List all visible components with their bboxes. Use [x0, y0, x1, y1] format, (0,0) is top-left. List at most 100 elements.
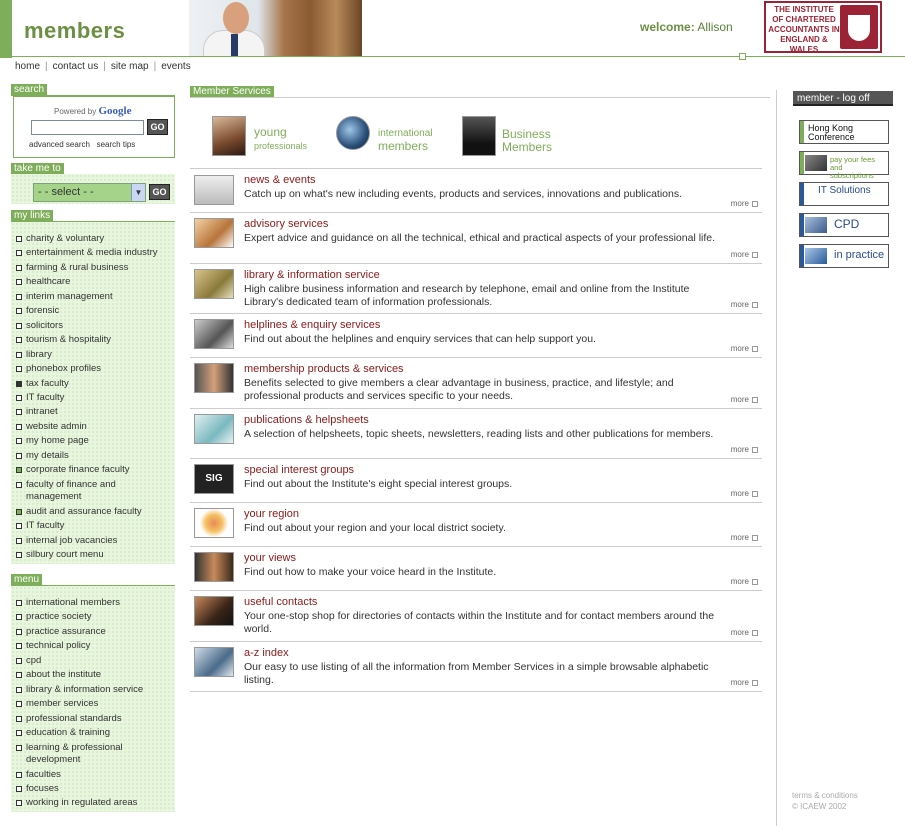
my-link-item[interactable]: faculty of finance and management: [16, 478, 164, 505]
more-link[interactable]: more: [731, 489, 758, 498]
my-link-item[interactable]: internal job vacancies: [16, 534, 164, 548]
pay-fees-button[interactable]: pay your fees and subscriptions: [799, 151, 889, 180]
menu-item[interactable]: practice assurance: [16, 625, 164, 639]
hong-kong-conference-button[interactable]: Hong Kong Conference: [799, 120, 889, 144]
nav-contact-us[interactable]: contact us: [53, 61, 99, 72]
my-link-item[interactable]: solicitors: [16, 319, 164, 333]
service-title[interactable]: your views: [244, 552, 296, 564]
page-header: members welcome: Allison THE INSTITUTE O…: [0, 0, 905, 60]
nav-site-map[interactable]: site map: [111, 61, 149, 72]
log-off-button[interactable]: member - log off: [793, 91, 893, 106]
service-title[interactable]: helplines & enquiry services: [244, 319, 380, 331]
my-link-item[interactable]: tourism & hospitality: [16, 333, 164, 347]
business-member-photo: [462, 116, 496, 156]
my-link-item[interactable]: healthcare: [16, 275, 164, 289]
my-link-item[interactable]: corporate finance faculty: [16, 463, 164, 477]
more-link[interactable]: more: [731, 533, 758, 542]
service-title[interactable]: publications & helpsheets: [244, 414, 369, 426]
my-link-item[interactable]: library: [16, 348, 164, 362]
menu-item[interactable]: practice society: [16, 610, 164, 624]
my-link-item[interactable]: farming & rural business: [16, 261, 164, 275]
my-link-item[interactable]: phonebox profiles: [16, 362, 164, 376]
service-title[interactable]: advisory services: [244, 218, 328, 230]
menu-item[interactable]: faculties: [16, 768, 164, 782]
more-link[interactable]: more: [731, 445, 758, 454]
cpd-button[interactable]: CPD: [799, 213, 889, 237]
menu-item[interactable]: library & information service: [16, 683, 164, 697]
menu-item[interactable]: focuses: [16, 782, 164, 796]
service-title[interactable]: a-z index: [244, 647, 289, 659]
banner-international-members[interactable]: international members: [336, 116, 451, 162]
service-title[interactable]: special interest groups: [244, 464, 354, 476]
search-go-button[interactable]: GO: [147, 119, 168, 135]
my-link-item[interactable]: IT faculty: [16, 519, 164, 533]
terms-link[interactable]: terms & conditions: [792, 790, 858, 801]
more-link[interactable]: more: [731, 678, 758, 687]
service-title[interactable]: useful contacts: [244, 596, 317, 608]
menu-list: international members practice society p…: [16, 596, 164, 811]
crest-icon: [840, 5, 878, 49]
it-solutions-button[interactable]: IT Solutions: [799, 182, 889, 206]
advanced-search-link[interactable]: advanced search: [29, 140, 90, 149]
site-brand: members: [24, 18, 126, 43]
banner-business-members[interactable]: Business Members: [462, 116, 562, 162]
menu-item[interactable]: about the institute: [16, 668, 164, 682]
in-practice-button[interactable]: in practice: [799, 244, 889, 268]
menu-item[interactable]: education & training: [16, 726, 164, 740]
more-link[interactable]: more: [731, 300, 758, 309]
my-link-item[interactable]: forensic: [16, 304, 164, 318]
my-link-item[interactable]: my home page: [16, 434, 164, 448]
my-link-item[interactable]: audit and assurance faculty: [16, 505, 164, 519]
my-link-item[interactable]: silbury court menu: [16, 548, 164, 562]
service-title[interactable]: membership products & services: [244, 363, 404, 375]
banner-young-professionals[interactable]: young professionals: [212, 116, 327, 162]
banner-line1: international: [378, 128, 433, 139]
menu-item[interactable]: working in regulated areas: [16, 796, 164, 810]
more-link[interactable]: more: [731, 199, 758, 208]
more-link[interactable]: more: [731, 577, 758, 586]
menu-item[interactable]: member services: [16, 697, 164, 711]
more-link[interactable]: more: [731, 628, 758, 637]
menu-item[interactable]: professional standards: [16, 712, 164, 726]
banner-label: international members: [378, 126, 432, 153]
region-map-icon: [194, 508, 234, 538]
menu-item[interactable]: cpd: [16, 654, 164, 668]
chevron-down-icon[interactable]: ▼: [131, 184, 145, 201]
my-link-item[interactable]: tax faculty: [16, 377, 164, 391]
service-title[interactable]: your region: [244, 508, 299, 520]
icaew-logo[interactable]: THE INSTITUTE OF CHARTERED ACCOUNTANTS I…: [764, 1, 882, 54]
take-me-to-select[interactable]: - - select - - ▼: [33, 183, 146, 202]
nav-events[interactable]: events: [161, 61, 190, 72]
service-description: Benefits selected to give members a clea…: [244, 377, 674, 402]
my-link-item[interactable]: entertainment & media industry: [16, 246, 164, 260]
my-link-item[interactable]: charity & voluntary: [16, 232, 164, 246]
take-me-to-go-button[interactable]: GO: [149, 184, 170, 200]
my-links-list: charity & voluntary entertainment & medi…: [16, 232, 164, 563]
my-link-item[interactable]: website admin: [16, 420, 164, 434]
button-accent: [800, 214, 804, 236]
my-link-item[interactable]: intranet: [16, 405, 164, 419]
my-link-item[interactable]: my details: [16, 449, 164, 463]
globe-icon: [336, 116, 370, 150]
my-link-item[interactable]: interim management: [16, 290, 164, 304]
menu-item[interactable]: international members: [16, 596, 164, 610]
more-link[interactable]: more: [731, 344, 758, 353]
search-input[interactable]: [31, 120, 144, 135]
handshake-icon: [194, 596, 234, 626]
more-link[interactable]: more: [731, 395, 758, 404]
nav-home[interactable]: home: [15, 61, 40, 72]
menu-item[interactable]: learning & professional development: [16, 741, 164, 768]
search-tips-link[interactable]: search tips: [97, 140, 136, 149]
button-label: in practice: [834, 249, 885, 261]
service-title[interactable]: library & information service: [244, 269, 380, 281]
top-nav: home | contact us | site map | events: [15, 61, 191, 72]
search-box: Powered by Google GO advanced search sea…: [13, 96, 175, 158]
service-description: A selection of helpsheets, topic sheets,…: [244, 428, 714, 440]
service-title[interactable]: news & events: [244, 174, 316, 186]
menu-item[interactable]: technical policy: [16, 639, 164, 653]
powered-by-google: Powered by Google: [54, 105, 131, 117]
welcome-message: welcome: Allison: [640, 20, 733, 34]
more-link[interactable]: more: [731, 250, 758, 259]
my-link-item[interactable]: IT faculty: [16, 391, 164, 405]
nav-separator: |: [45, 61, 48, 72]
